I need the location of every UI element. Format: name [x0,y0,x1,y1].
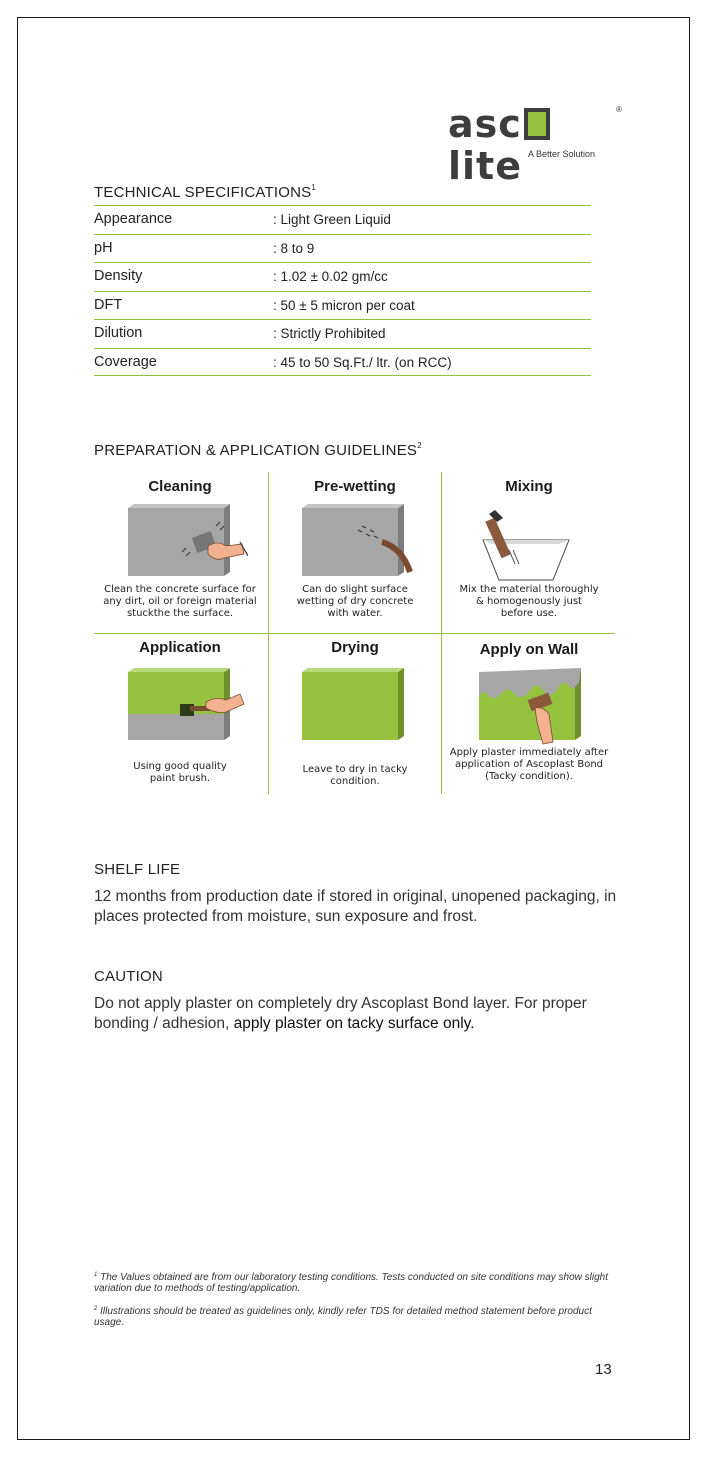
footnote-text: The Values obtained are from our laborat… [94,1272,609,1294]
shelf-life-text: 12 months from production date if stored… [94,888,617,925]
spec-label: Coverage [94,353,157,370]
spec-row: pH : 8 to 9 [94,233,591,263]
drying-illustration [302,668,404,740]
step-description-line: Leave to dry in tacky [302,764,408,775]
step-title: Apply on Wall [479,641,579,658]
logo-text-pre: asc [448,102,522,146]
guidelines-heading-text: PREPARATION & APPLICATION GUIDELINES [94,442,418,459]
footnote-mark: 2 [417,441,422,450]
footnote-mark: 2 [94,1306,98,1312]
step-description: Apply plaster immediately after applicat… [443,747,615,783]
step-description-line: with water. [327,608,383,619]
step-title: Cleaning [148,478,212,495]
step-description-line: Using good quality [133,761,227,772]
registered-mark: ® [616,105,622,114]
spec-row: Appearance : Light Green Liquid [94,205,591,234]
spec-table: Appearance : Light Green Liquid pH : 8 t… [94,205,591,376]
step-title: Pre-wetting [314,478,396,495]
step-description: Mix the material thoroughly & homogenous… [443,584,615,620]
footnote-mark: 1 [94,1272,98,1278]
step-description-line: Apply plaster immediately after [449,747,609,758]
step-description-line: (Tacky condition). [485,771,573,782]
step-description: Can do slight surface wetting of dry con… [270,584,440,620]
spec-row: Density : 1.02 ± 0.02 gm/cc [94,262,591,291]
logo-wordmark: asclite [448,103,618,187]
spec-label: pH [94,239,113,256]
step-description-line: condition. [330,776,380,787]
step-title: Mixing [505,478,553,495]
guide-step-pre-wetting: Pre-wetting Can do slight surface wettin… [270,472,440,632]
footnote-1: 1 The Values obtained are from our labor… [94,1270,614,1294]
guide-step-drying: Drying Leave to dry in tacky condition. [270,635,440,794]
step-description-line: before use. [500,608,558,619]
application-illustration [128,668,245,740]
logo-tagline: A Better Solution [528,149,596,159]
guide-step-cleaning: Cleaning Clean the concrete surface for … [94,472,266,632]
step-description-line: wetting of dry concrete [296,596,414,607]
spec-value: : 45 to 50 Sq.Ft./ ltr. (on RCC) [273,354,452,370]
spec-value: : Light Green Liquid [273,212,391,227]
shelf-life-heading: SHELF LIFE [94,861,181,878]
footnote-mark: 1 [311,183,316,192]
cleaning-illustration [128,504,248,576]
caution-heading: CAUTION [94,968,163,985]
step-description-line: Mix the material thoroughly [459,584,599,595]
tech-specs-heading: TECHNICAL SPECIFICATIONS1 [94,183,316,201]
page-number: 13 [595,1361,612,1378]
guide-step-mixing: Mixing Mix the material thoroughly & hom… [443,472,615,632]
logo-green-square [523,108,550,140]
step-title: Drying [331,639,379,656]
step-description: Leave to dry in tacky condition. [270,764,440,788]
step-description-line: stuckthe the surface. [126,608,234,619]
spec-label: DFT [94,296,123,313]
spec-value: : 1.02 ± 0.02 gm/cc [273,269,388,284]
mixing-illustration [482,510,570,581]
pre-wetting-illustration [302,504,413,576]
spec-value: : Strictly Prohibited [273,326,386,341]
step-description-line: any dirt, oil or foreign material [103,596,257,607]
spec-row: Dilution : Strictly Prohibited [94,319,591,348]
caution-text: Do not apply plaster on completely dry A… [94,994,639,1034]
guide-step-apply-on-wall: Apply on Wall Apply plaster immediately … [443,635,615,794]
step-description-line: Clean the concrete surface for [104,584,256,595]
step-description: Using good quality paint brush. [94,761,266,785]
apply-on-wall-illustration [479,668,581,745]
footnote-2: 2 Illustrations should be treated as gui… [94,1304,614,1328]
spec-label: Density [94,268,143,284]
logo-text-post: lite [448,144,522,188]
spec-row: DFT : 50 ± 5 micron per coat [94,290,591,320]
spec-value: : 50 ± 5 micron per coat [273,297,415,313]
step-description-line: & homogenously just [476,596,582,607]
spec-value: : 8 to 9 [273,240,315,256]
step-description-line: Can do slight surface [302,584,408,595]
guidelines-heading: PREPARATION & APPLICATION GUIDELINES2 [94,441,422,459]
brand-logo: asclite ® A Better Solution [448,103,622,187]
step-title: Application [139,639,221,656]
spec-row: Coverage : 45 to 50 Sq.Ft./ ltr. (on RCC… [94,347,591,376]
tech-specs-heading-text: TECHNICAL SPECIFICATIONS [94,184,312,201]
caution-emphasis: apply plaster on tacky surface only. [233,1015,475,1032]
guidelines-grid: Cleaning Clean the concrete surface for … [94,472,615,794]
step-description-line: paint brush. [149,773,211,784]
spec-label: Appearance [94,211,173,227]
step-description: Clean the concrete surface for any dirt,… [94,584,266,620]
guide-step-application: Application Using good quality paint bru… [94,635,266,794]
footnote-text: Illustrations should be treated as guide… [94,1306,592,1328]
spec-label: Dilution [94,325,143,341]
step-description-line: application of Ascoplast Bond [454,759,604,770]
